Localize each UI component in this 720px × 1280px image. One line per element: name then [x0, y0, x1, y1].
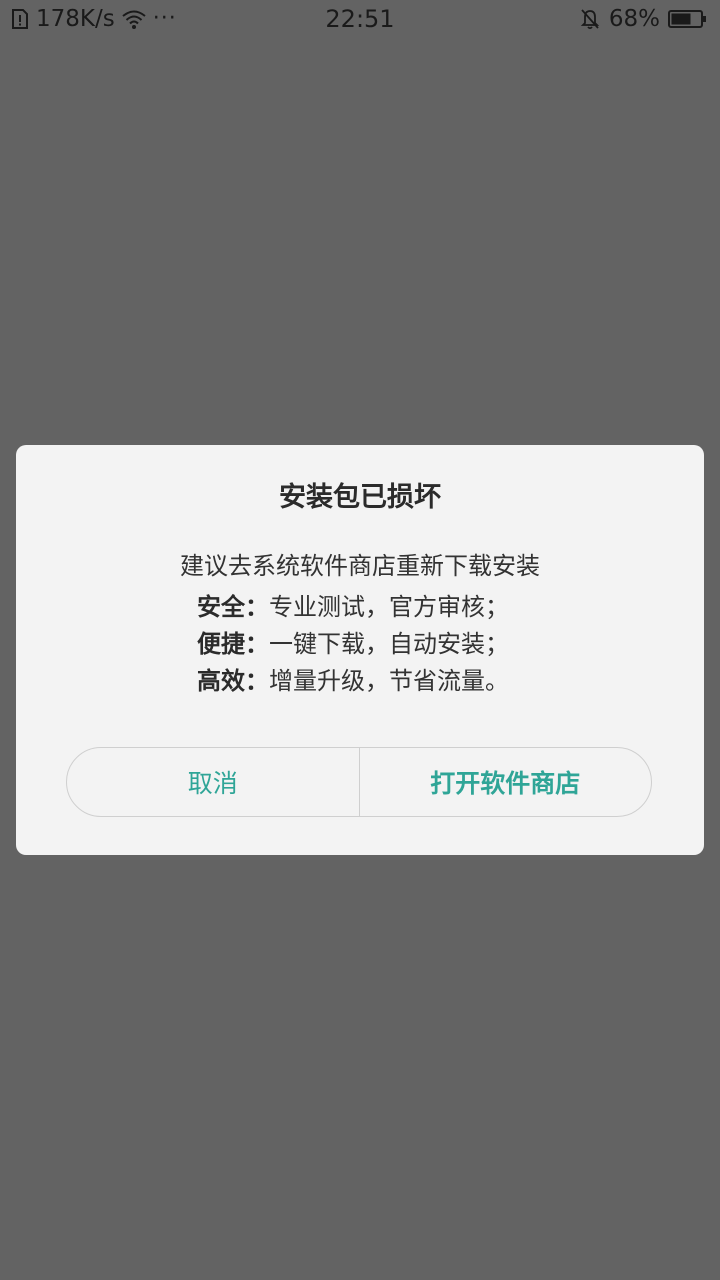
status-right: 68%: [579, 4, 708, 34]
mute-bell-icon: [579, 7, 601, 31]
dialog-button-group: 取消 打开软件商店: [66, 747, 652, 817]
feature-text: 专业测试，官方审核；: [269, 593, 509, 621]
feature-text: 增量升级，节省流量。: [269, 667, 509, 695]
cancel-button[interactable]: 取消: [67, 748, 359, 816]
feature-label: 安全：: [197, 593, 269, 621]
dialog-message: 建议去系统软件商店重新下载安装: [180, 552, 540, 580]
feature-item: 高效：增量升级，节省流量。: [197, 663, 509, 700]
feature-text: 一键下载，自动安装；: [269, 630, 509, 658]
status-bar: 178K/s ··· 22:51 68%: [0, 0, 720, 38]
open-app-store-button[interactable]: 打开软件商店: [360, 748, 652, 816]
feature-label: 便捷：: [197, 630, 269, 658]
feature-list: 安全：专业测试，官方审核； 便捷：一键下载，自动安装； 高效：增量升级，节省流量…: [197, 589, 509, 700]
dialog-title: 安装包已损坏: [279, 482, 441, 513]
battery-icon: [668, 9, 708, 29]
battery-percent: 68%: [608, 6, 660, 32]
feature-item: 便捷：一键下载，自动安装；: [197, 626, 509, 663]
feature-label: 高效：: [197, 667, 269, 695]
feature-item: 安全：专业测试，官方审核；: [197, 589, 509, 626]
corrupted-package-dialog: 安装包已损坏 建议去系统软件商店重新下载安装 安全：专业测试，官方审核； 便捷：…: [16, 445, 704, 855]
